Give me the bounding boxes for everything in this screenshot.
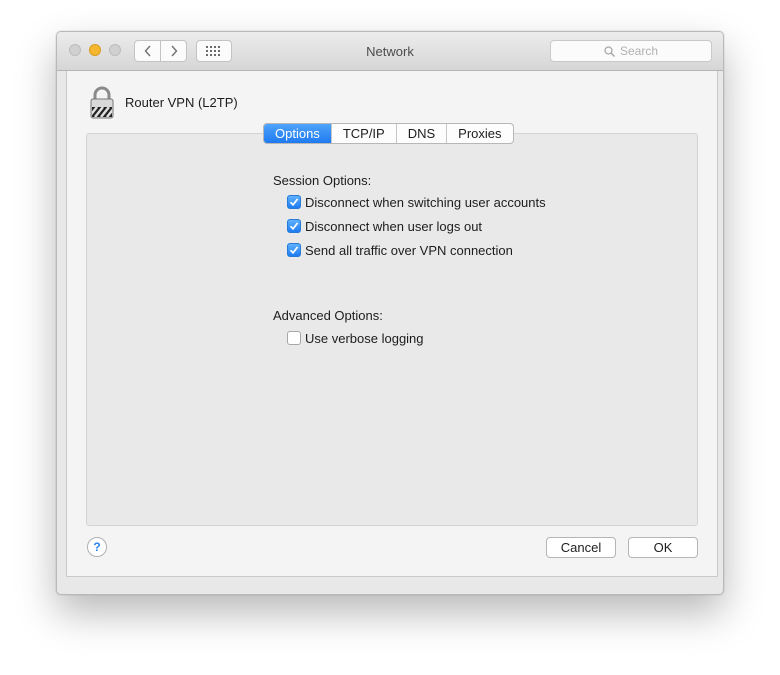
search-field[interactable]: Search <box>550 40 712 62</box>
checkmark-icon <box>289 246 299 255</box>
session-options-heading: Session Options: <box>273 173 372 188</box>
checkbox[interactable] <box>287 195 301 209</box>
checkbox[interactable] <box>287 331 301 345</box>
vpn-options-sheet: Router VPN (L2TP) Options TCP/IP DNS Pro… <box>66 71 718 577</box>
option-send-all-traffic[interactable]: Send all traffic over VPN connection <box>287 242 513 258</box>
checkmark-icon <box>289 198 299 207</box>
tab-dns[interactable]: DNS <box>395 124 446 143</box>
cancel-button[interactable]: Cancel <box>546 537 616 558</box>
help-button[interactable]: ? <box>87 537 107 557</box>
option-label: Use verbose logging <box>305 330 424 346</box>
option-disconnect-logout[interactable]: Disconnect when user logs out <box>287 218 482 234</box>
search-icon <box>604 45 615 57</box>
advanced-options-heading: Advanced Options: <box>273 308 383 323</box>
tab-options[interactable]: Options <box>264 124 331 143</box>
ok-button[interactable]: OK <box>628 537 698 558</box>
vpn-lock-icon <box>90 86 114 119</box>
title-bar: Network Search <box>57 32 723 71</box>
network-window: Network Search Router VPN (L2TP) Options… <box>56 31 724 595</box>
checkbox[interactable] <box>287 243 301 257</box>
option-verbose-logging[interactable]: Use verbose logging <box>287 330 424 346</box>
service-name: Router VPN (L2TP) <box>125 95 238 110</box>
option-label: Disconnect when switching user accounts <box>305 194 546 210</box>
tab-proxies[interactable]: Proxies <box>446 124 512 143</box>
option-disconnect-switching[interactable]: Disconnect when switching user accounts <box>287 194 546 210</box>
checkmark-icon <box>289 222 299 231</box>
option-label: Send all traffic over VPN connection <box>305 242 513 258</box>
tab-tcpip[interactable]: TCP/IP <box>330 124 396 143</box>
tab-bar: Options TCP/IP DNS Proxies <box>263 123 514 144</box>
checkbox[interactable] <box>287 219 301 233</box>
option-label: Disconnect when user logs out <box>305 218 483 234</box>
search-placeholder: Search <box>619 44 659 58</box>
